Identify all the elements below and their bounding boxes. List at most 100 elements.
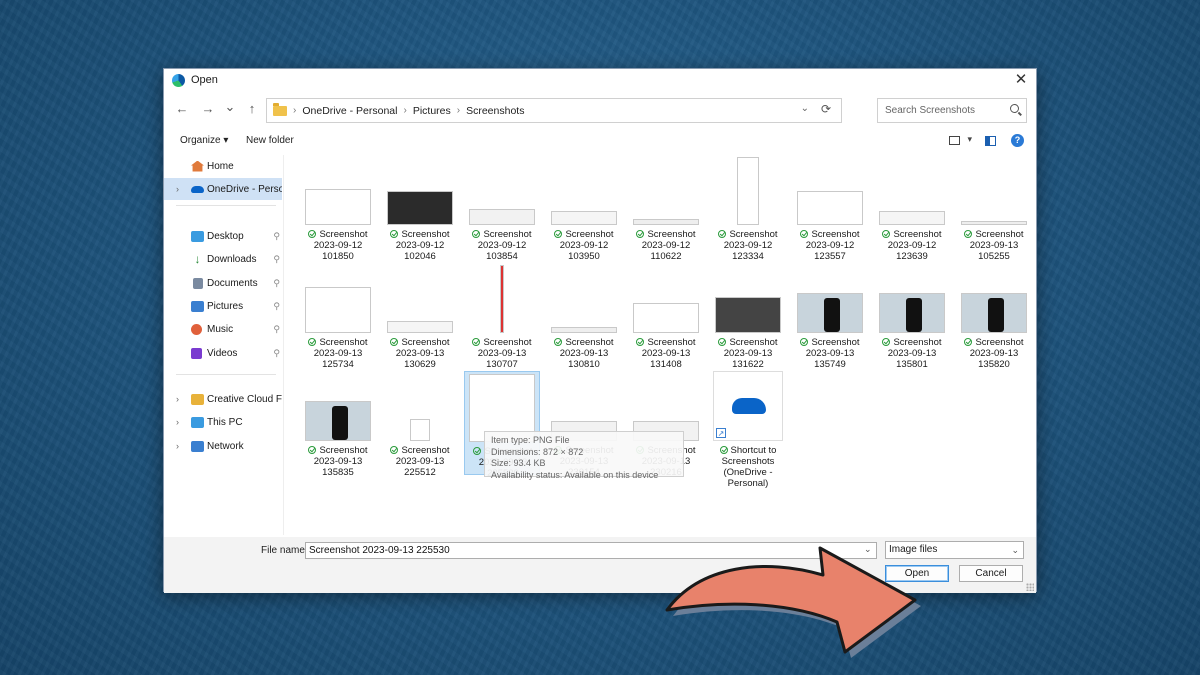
file-item[interactable]: Screenshot 2023-09-13 130810 <box>546 263 622 370</box>
file-thumbnail <box>633 303 699 333</box>
sidebar-item-label: Home <box>207 160 234 172</box>
preview-pane-icon[interactable] <box>985 136 996 146</box>
file-item[interactable]: Screenshot 2023-09-13 135749 <box>792 263 868 370</box>
file-label: 130810 <box>546 359 622 370</box>
resize-grip-icon[interactable] <box>1026 583 1034 591</box>
file-label-text: 225512 <box>404 467 436 478</box>
pin-icon: ⚲ <box>273 347 280 358</box>
file-item[interactable]: Screenshot 2023-09-13 135820 <box>956 263 1032 370</box>
file-item[interactable]: Screenshot 2023-09-13 135835 <box>300 371 376 478</box>
close-icon[interactable]: ✕ <box>1012 71 1030 89</box>
sidebar-item-home[interactable]: Home <box>164 155 282 177</box>
file-item[interactable]: Screenshot 2023-09-13 131408 <box>628 263 704 370</box>
file-item[interactable]: Screenshot 2023-09-13 130707 <box>464 263 540 370</box>
phone-image <box>988 298 1004 332</box>
file-item[interactable]: Screenshot 2023-09-13 131622 <box>710 263 786 370</box>
file-item[interactable]: Screenshot 2023-09-13 135801 <box>874 263 950 370</box>
sidebar-item-this-pc[interactable]: › This PC <box>164 411 282 433</box>
file-label: 135820 <box>956 359 1032 370</box>
pictures-icon <box>191 300 204 312</box>
breadcrumb-onedrive[interactable]: OneDrive - Personal <box>302 105 397 117</box>
file-label-text: 2023-09-13 <box>395 456 445 467</box>
chevron-right-icon: › <box>293 105 297 116</box>
file-item[interactable]: Screenshot 2023-09-12 123557 <box>792 155 868 262</box>
window-title: Open <box>191 74 218 86</box>
file-thumbnail <box>305 287 371 333</box>
file-item[interactable]: Screenshot 2023-09-12 103950 <box>546 155 622 262</box>
search-input[interactable] <box>885 105 1000 116</box>
chevron-down-icon[interactable]: ▾ <box>967 134 972 145</box>
shortcut-item[interactable]: ↗ Shortcut to Screenshots (OneDrive - Person… <box>710 371 786 489</box>
file-label-text: Shortcut to <box>730 445 777 456</box>
search-icon[interactable] <box>1010 104 1019 113</box>
file-label-text: 123639 <box>896 251 928 262</box>
chevron-right-icon[interactable]: › <box>176 394 179 404</box>
view-icon[interactable] <box>949 136 960 145</box>
back-icon[interactable]: ← <box>174 101 190 116</box>
file-item[interactable]: Screenshot 2023-09-12 103854 <box>464 155 540 262</box>
organize-button[interactable]: Organize ▾ <box>180 135 228 146</box>
folder-icon <box>273 102 287 116</box>
shortcut-arrow-icon: ↗ <box>716 428 726 438</box>
file-label-text: 135835 <box>322 467 354 478</box>
file-label-text: 103950 <box>568 251 600 262</box>
file-item[interactable]: Screenshot 2023-09-12 123639 <box>874 155 950 262</box>
file-label-text: Screenshot <box>483 229 532 240</box>
cancel-button[interactable]: Cancel <box>959 565 1023 582</box>
file-item[interactable]: Screenshot 2023-09-13 225512 <box>382 371 458 478</box>
chevron-right-icon[interactable]: › <box>176 184 179 194</box>
forward-icon[interactable]: → <box>200 101 216 116</box>
chevron-down-icon[interactable]: ⌄ <box>801 103 809 114</box>
file-item[interactable]: Screenshot 2023-09-13 105255 <box>956 155 1032 262</box>
chevron-right-icon[interactable]: › <box>176 417 179 427</box>
sidebar-item-label: OneDrive - Personal <box>207 183 282 195</box>
file-label-text: Screenshot <box>565 337 614 348</box>
sidebar-item-documents[interactable]: Documents ⚲ <box>164 272 282 294</box>
chevron-right-icon: › <box>456 105 461 116</box>
sidebar-item-creative-cloud[interactable]: › Creative Cloud Files <box>164 388 282 410</box>
sidebar-item-network[interactable]: › Network <box>164 435 282 457</box>
sync-status-icon <box>390 338 399 346</box>
file-label: 2023-09-13 <box>874 348 950 359</box>
file-label: 105255 <box>956 251 1032 262</box>
breadcrumb-pictures[interactable]: Pictures <box>413 105 451 117</box>
file-thumbnail <box>961 293 1027 333</box>
breadcrumb-screenshots[interactable]: Screenshots <box>466 105 524 117</box>
up-icon[interactable]: ↑ <box>244 101 260 116</box>
file-item[interactable]: Screenshot 2023-09-12 102046 <box>382 155 458 262</box>
file-label: 2023-09-13 <box>546 348 622 359</box>
sidebar-item-music[interactable]: Music ⚲ <box>164 318 282 340</box>
address-bar[interactable]: › OneDrive - Personal › Pictures › Scree… <box>266 98 842 123</box>
new-folder-button[interactable]: New folder <box>246 135 294 146</box>
sidebar-item-desktop[interactable]: Desktop ⚲ <box>164 225 282 247</box>
sync-status-icon <box>472 338 481 346</box>
file-label-text: 123334 <box>732 251 764 262</box>
file-label-text: 105255 <box>978 251 1010 262</box>
recent-locations-icon[interactable]: ⌄ <box>222 99 238 115</box>
file-label-text: 135749 <box>814 359 846 370</box>
sidebar-item-label: Documents <box>207 277 258 289</box>
file-label: 2023-09-12 <box>874 240 950 251</box>
file-label-text: 2023-09-12 <box>723 240 773 251</box>
pin-icon: ⚲ <box>273 300 280 311</box>
sidebar-item-downloads[interactable]: ↓ Downloads ⚲ <box>164 248 282 270</box>
file-label: 135835 <box>300 467 376 478</box>
sync-status-icon <box>554 230 563 238</box>
help-icon[interactable]: ? <box>1011 134 1024 147</box>
file-item[interactable]: Screenshot 2023-09-12 101850 <box>300 155 376 262</box>
refresh-icon[interactable]: ⟳ <box>821 102 831 116</box>
sidebar-item-videos[interactable]: Videos ⚲ <box>164 342 282 364</box>
file-item[interactable]: Screenshot 2023-09-12 123334 <box>710 155 786 262</box>
pin-icon: ⚲ <box>273 277 280 288</box>
sidebar-item-onedrive[interactable]: › OneDrive - Personal <box>164 178 282 200</box>
file-item[interactable]: Screenshot 2023-09-13 130629 <box>382 263 458 370</box>
file-label: 2023-09-13 <box>792 348 868 359</box>
sync-status-icon <box>473 447 482 455</box>
chevron-right-icon[interactable]: › <box>176 441 179 451</box>
sync-status-icon <box>390 446 399 454</box>
sidebar-item-label: Music <box>207 323 234 335</box>
file-item[interactable]: Screenshot 2023-09-13 125734 <box>300 263 376 370</box>
sidebar-item-pictures[interactable]: Pictures ⚲ <box>164 295 282 317</box>
file-item[interactable]: Screenshot 2023-09-12 110622 <box>628 155 704 262</box>
file-thumbnail <box>305 401 371 441</box>
